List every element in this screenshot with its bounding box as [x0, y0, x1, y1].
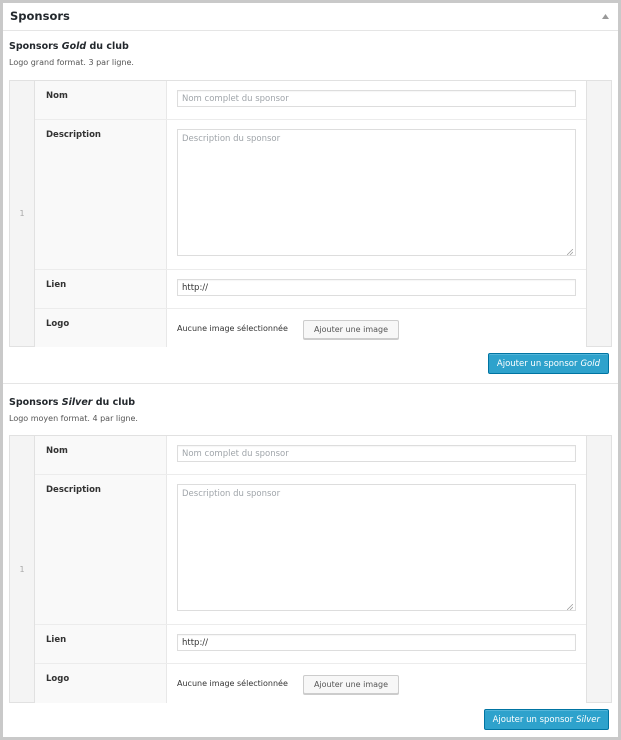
field-logo: Logo Aucune image sélectionnée Ajouter u… — [35, 664, 586, 703]
nom-input[interactable] — [177, 445, 576, 462]
row-number[interactable]: 1 — [10, 436, 35, 702]
gold-section-title: Sponsors Gold du club — [9, 41, 129, 52]
field-description: Description — [35, 120, 586, 270]
field-lien: Lien — [35, 625, 586, 664]
field-nom: Nom — [35, 436, 586, 475]
field-lien: Lien — [35, 270, 586, 309]
description-textarea[interactable] — [177, 129, 576, 256]
row-handle[interactable] — [586, 81, 611, 346]
add-image-button[interactable]: Ajouter une image — [303, 320, 399, 339]
field-label-lien: Lien — [46, 635, 67, 645]
field-label-nom: Nom — [46, 446, 68, 456]
description-textarea[interactable] — [177, 484, 576, 611]
add-image-button[interactable]: Ajouter une image — [303, 675, 399, 694]
add-silver-sponsor-button[interactable]: Ajouter un sponsor Silver — [483, 709, 609, 730]
sponsors-postbox: Sponsors Sponsors Gold du club Logo gran… — [0, 0, 621, 740]
silver-section-title: Sponsors Silver du club — [9, 397, 136, 408]
add-gold-sponsor-button[interactable]: Ajouter un sponsor Gold — [487, 353, 609, 374]
field-label-logo: Logo — [46, 674, 70, 684]
gold-section-description: Logo grand format. 3 par ligne. — [9, 58, 134, 67]
postbox-title: Sponsors — [10, 9, 70, 23]
row-handle[interactable] — [586, 436, 611, 702]
resize-grip-icon[interactable] — [567, 249, 573, 255]
field-logo: Logo Aucune image sélectionnée Ajouter u… — [35, 309, 586, 347]
row-number[interactable]: 1 — [10, 81, 35, 346]
lien-input[interactable] — [177, 634, 576, 651]
gold-sponsor-repeater: 1 Nom Description Lien — [9, 80, 612, 347]
lien-input[interactable] — [177, 279, 576, 296]
field-nom: Nom — [35, 81, 586, 120]
section-divider — [3, 383, 618, 384]
field-label-nom: Nom — [46, 91, 68, 101]
field-label-description: Description — [46, 130, 101, 140]
nom-input[interactable] — [177, 90, 576, 107]
field-label-logo: Logo — [46, 319, 70, 329]
logo-status: Aucune image sélectionnée — [177, 324, 288, 333]
field-label-description: Description — [46, 485, 101, 495]
silver-section-description: Logo moyen format. 4 par ligne. — [9, 414, 138, 423]
silver-sponsor-repeater: 1 Nom Description Lien — [9, 435, 612, 703]
collapse-arrow-icon[interactable] — [601, 12, 610, 21]
field-description: Description — [35, 475, 586, 625]
field-label-lien: Lien — [46, 280, 67, 290]
resize-grip-icon[interactable] — [567, 604, 573, 610]
postbox-header[interactable]: Sponsors — [3, 3, 618, 31]
logo-status: Aucune image sélectionnée — [177, 679, 288, 688]
